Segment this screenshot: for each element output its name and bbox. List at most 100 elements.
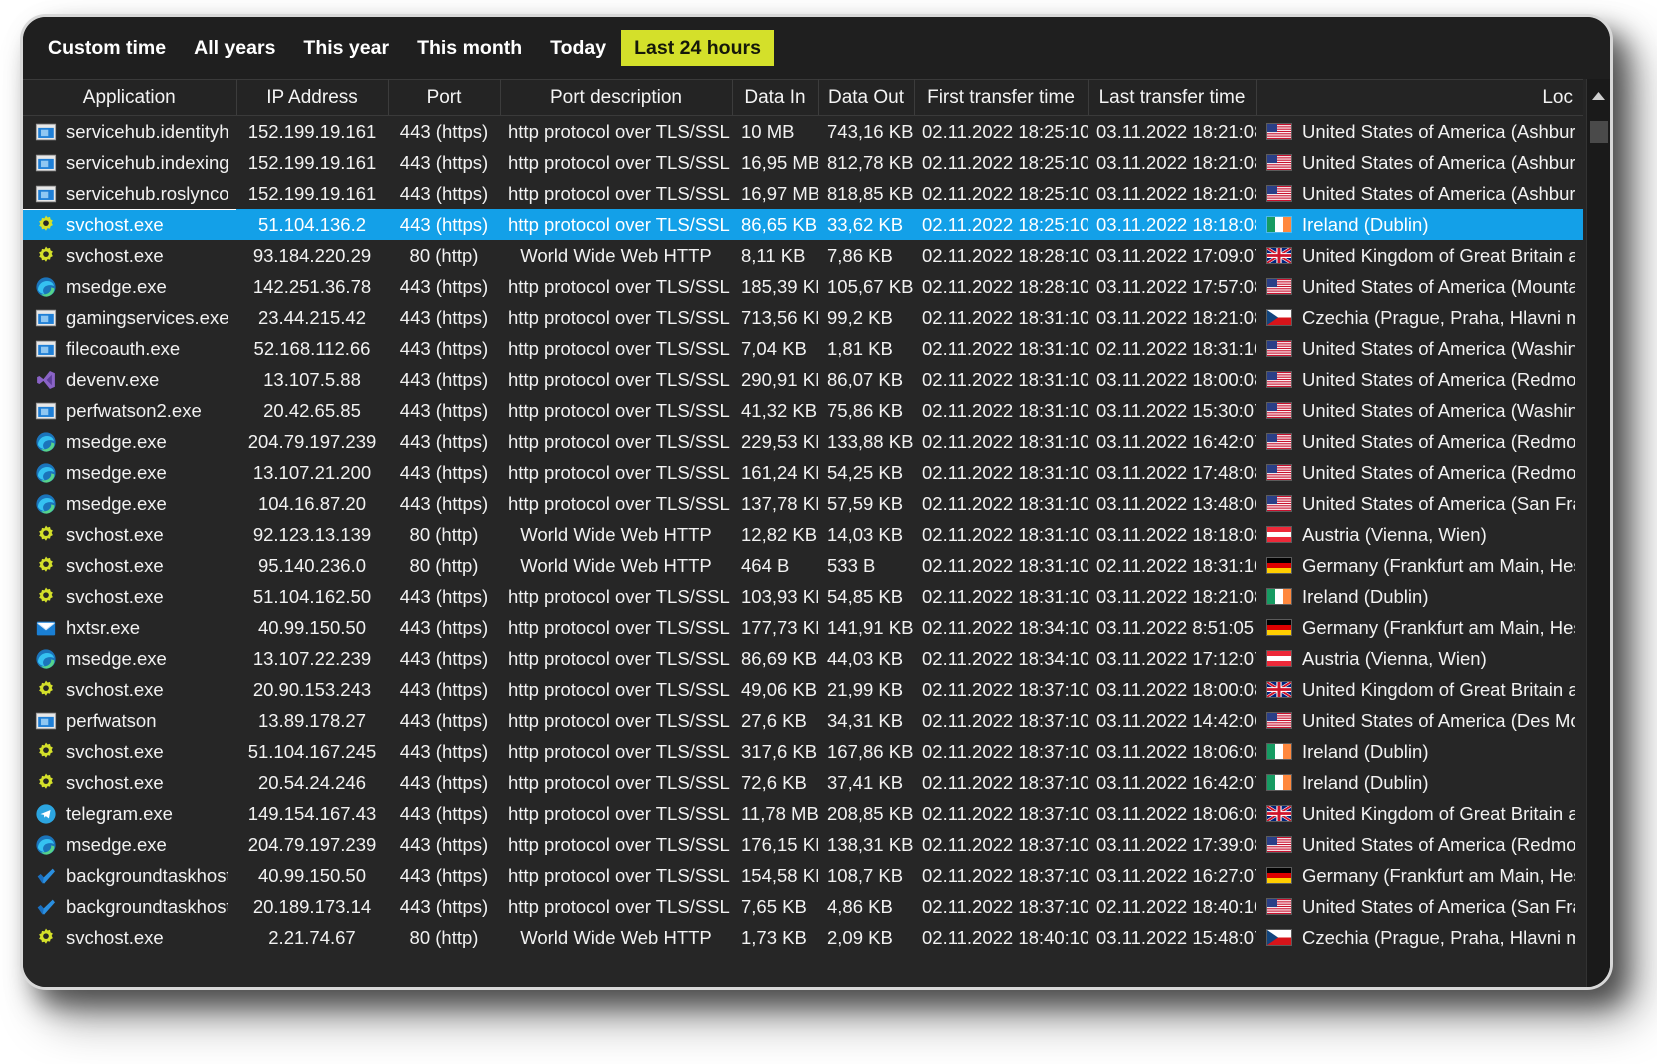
application-name: svchost.exe [66,240,164,271]
vertical-scrollbar[interactable] [1586,79,1610,987]
application-name: devenv.exe [66,364,159,395]
cell-port-description: http protocol over TLS/SSL [500,426,732,457]
check-icon [35,865,57,887]
flag-icon-at [1266,526,1292,543]
table-row[interactable]: perfwatson2.exe20.42.65.85443 (https)htt… [23,395,1583,426]
cell-data-in: 154,58 KB [732,860,818,891]
cell-port: 443 (https) [388,798,500,829]
table-row[interactable]: servicehub.indexingservice.exe152.199.19… [23,147,1583,178]
cell-data-in: 7,65 KB [732,891,818,922]
cell-location: Ireland (Dublin) [1256,736,1583,767]
table-row[interactable]: svchost.exe92.123.13.13980 (http)World W… [23,519,1583,550]
table-row[interactable]: msedge.exe142.251.36.78443 (https)http p… [23,271,1583,302]
window-icon [35,152,57,174]
cell-last-transfer-time: 03.11.2022 17:39:08 [1088,829,1256,860]
cell-ip-address: 13.107.5.88 [236,364,388,395]
cell-application: msedge.exe [23,457,236,488]
table-row[interactable]: msedge.exe104.16.87.20443 (https)http pr… [23,488,1583,519]
table-row[interactable]: backgroundtaskhost.exe40.99.150.50443 (h… [23,860,1583,891]
cell-port: 443 (https) [388,178,500,209]
cell-ip-address: 20.54.24.246 [236,767,388,798]
cell-application: perfwatson2.exe [23,395,236,426]
flag-icon-us [1266,371,1292,388]
location-name: United States of America (San Francisco,… [1302,891,1575,922]
connections-table-container[interactable]: ApplicationIP AddressPortPort descriptio… [23,79,1610,987]
window-icon [35,400,57,422]
table-row[interactable]: svchost.exe20.90.153.243443 (https)http … [23,674,1583,705]
time-filter-today[interactable]: Today [537,30,619,66]
cell-location: United States of America (San Francisco,… [1256,488,1583,519]
time-filter-custom-time[interactable]: Custom time [35,30,179,66]
table-row[interactable]: msedge.exe13.107.22.239443 (https)http p… [23,643,1583,674]
cell-data-in: 177,73 KB [732,612,818,643]
table-row[interactable]: msedge.exe204.79.197.239443 (https)http … [23,829,1583,860]
scrollbar-thumb[interactable] [1590,121,1608,143]
cell-first-transfer-time: 02.11.2022 18:37:10 [914,767,1088,798]
table-row[interactable]: servicehub.roslyncodeanalysis.exe152.199… [23,178,1583,209]
cell-port-description: http protocol over TLS/SSL [500,674,732,705]
table-row[interactable]: svchost.exe51.104.136.2443 (https)http p… [23,209,1583,240]
table-row[interactable]: telegram.exe149.154.167.43443 (https)htt… [23,798,1583,829]
column-header-location[interactable]: Loc [1256,80,1583,116]
cell-ip-address: 20.42.65.85 [236,395,388,426]
column-header-first-transfer[interactable]: First transfer time [914,80,1088,116]
table-row[interactable]: perfwatson13.89.178.27443 (https)http pr… [23,705,1583,736]
table-row[interactable]: devenv.exe13.107.5.88443 (https)http pro… [23,364,1583,395]
column-header-last-transfer[interactable]: Last transfer time [1088,80,1256,116]
cell-data-in: 86,69 KB [732,643,818,674]
table-row[interactable]: msedge.exe204.79.197.239443 (https)http … [23,426,1583,457]
cell-port-description: http protocol over TLS/SSL [500,395,732,426]
time-filter-last-24-hours[interactable]: Last 24 hours [621,30,774,66]
column-header-data-out[interactable]: Data Out [818,80,914,116]
cell-first-transfer-time: 02.11.2022 18:31:10 [914,426,1088,457]
table-row[interactable]: backgroundtaskhost.exe20.189.173.14443 (… [23,891,1583,922]
cell-port: 443 (https) [388,643,500,674]
cell-application: filecoauth.exe [23,333,236,364]
time-filter-this-month[interactable]: This month [404,30,535,66]
cell-data-out: 54,25 KB [818,457,914,488]
table-row[interactable]: hxtsr.exe40.99.150.50443 (https)http pro… [23,612,1583,643]
gear-icon [35,927,57,949]
table-row[interactable]: svchost.exe93.184.220.2980 (http)World W… [23,240,1583,271]
table-row[interactable]: svchost.exe51.104.162.50443 (https)http … [23,581,1583,612]
cell-data-in: 229,53 KB [732,426,818,457]
cell-data-in: 8,11 KB [732,240,818,271]
table-row[interactable]: servicehub.identityhost.exe152.199.19.16… [23,116,1583,148]
cell-first-transfer-time: 02.11.2022 18:31:10 [914,550,1088,581]
cell-location: United States of America (Des Moines, Io… [1256,705,1583,736]
flag-icon-gb [1266,681,1292,698]
cell-application: svchost.exe [23,674,236,705]
scroll-up-arrow-icon[interactable] [1587,86,1610,106]
cell-port-description: http protocol over TLS/SSL [500,643,732,674]
application-name: svchost.exe [66,767,164,798]
column-header-application[interactable]: Application [23,80,236,116]
cell-data-in: 290,91 KB [732,364,818,395]
table-row[interactable]: svchost.exe20.54.24.246443 (https)http p… [23,767,1583,798]
table-row[interactable]: gamingservices.exe23.44.215.42443 (https… [23,302,1583,333]
cell-ip-address: 40.99.150.50 [236,860,388,891]
table-row[interactable]: svchost.exe2.21.74.6780 (http)World Wide… [23,922,1583,953]
cell-location: Czechia (Prague, Praha, Hlavni mesto) [1256,922,1583,953]
telegram-icon [35,803,57,825]
cell-location: Ireland (Dublin) [1256,767,1583,798]
cell-data-in: 16,97 MB [732,178,818,209]
table-row[interactable]: filecoauth.exe52.168.112.66443 (https)ht… [23,333,1583,364]
column-header-port-description[interactable]: Port description [500,80,732,116]
table-row[interactable]: svchost.exe51.104.167.245443 (https)http… [23,736,1583,767]
column-header-data-in[interactable]: Data In [732,80,818,116]
cell-application: perfwatson [23,705,236,736]
column-header-ip[interactable]: IP Address [236,80,388,116]
cell-last-transfer-time: 03.11.2022 18:21:08 [1088,116,1256,148]
cell-first-transfer-time: 02.11.2022 18:37:10 [914,829,1088,860]
cell-application: svchost.exe [23,209,236,240]
table-row[interactable]: svchost.exe95.140.236.080 (http)World Wi… [23,550,1583,581]
flag-icon-gb [1266,247,1292,264]
cell-last-transfer-time: 03.11.2022 18:21:08 [1088,302,1256,333]
table-row[interactable]: msedge.exe13.107.21.200443 (https)http p… [23,457,1583,488]
cell-data-out: 34,31 KB [818,705,914,736]
time-filter-this-year[interactable]: This year [290,30,402,66]
time-filter-all-years[interactable]: All years [181,30,288,66]
column-header-port[interactable]: Port [388,80,500,116]
cell-location: United States of America (Redmond, Washi… [1256,829,1583,860]
gear-icon [35,772,57,794]
